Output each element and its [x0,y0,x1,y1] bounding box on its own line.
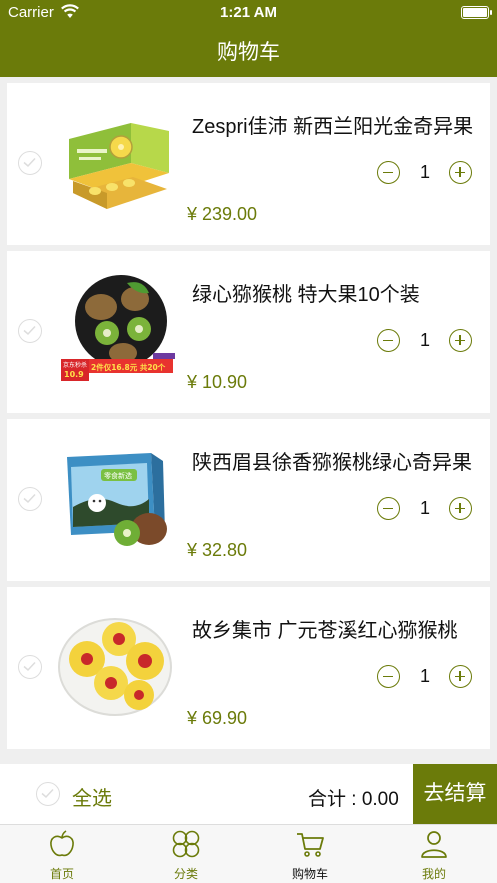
product-price: ¥ 10.90 [187,372,248,392]
decrease-button[interactable] [377,497,400,520]
status-bar: Carrier 1:21 AM [0,0,497,26]
checkout-bar: 全选 合计 : 0.00 去结算 [0,764,497,824]
minus-icon [383,675,393,677]
quantity-value: 1 [419,666,430,686]
cart-item[interactable]: Zespri佳沛 新西兰阳光金奇异果 1 ¥ 239.00 [7,83,490,245]
promo-deal: 2件仅16.8元 共20个 [91,362,166,372]
user-icon [421,831,447,858]
cart-icon [297,833,324,857]
decrease-button[interactable] [377,329,400,352]
nav-header: Carrier 1:21 AM 购物车 [0,0,497,77]
product-price: ¥ 32.80 [187,540,248,560]
plus-icon-vertical [459,503,461,513]
cart-item[interactable]: 京东秒杀 10.9 2件仅16.8元 共20个 绿心猕猴桃 特大果10个装 1 … [7,251,490,413]
check-icon [23,157,36,168]
product-name[interactable]: Zespri佳沛 新西兰阳光金奇异果 [192,110,482,139]
product-name[interactable]: 陕西眉县徐香猕猴桃绿心奇异果 [192,446,482,475]
item-checkbox[interactable] [18,655,42,679]
select-all-checkbox[interactable] [36,782,60,806]
promo-badge: 京东秒杀 [63,361,87,369]
plus-icon-vertical [459,671,461,681]
decrease-button[interactable] [377,665,400,688]
minus-icon [383,171,393,173]
check-icon [23,661,36,672]
product-name[interactable]: 故乡集市 广元苍溪红心猕猴桃 [192,614,482,643]
quantity-stepper: 1 [377,161,473,185]
quantity-value: 1 [419,162,430,182]
item-checkbox[interactable] [18,319,42,343]
plus-icon-vertical [459,167,461,177]
select-all-label[interactable]: 全选 [72,782,112,811]
cart-item[interactable]: 故乡集市 广元苍溪红心猕猴桃 1 ¥ 69.90 [7,587,490,749]
check-icon [23,493,36,504]
product-image[interactable] [57,605,177,725]
quantity-stepper: 1 [377,497,473,521]
tab-label: 我的 [421,867,446,881]
plus-icon-vertical [459,335,461,345]
increase-button[interactable] [449,497,472,520]
total-amount: 合计 : 0.00 [308,789,399,810]
quantity-stepper: 1 [377,329,473,353]
tab-category[interactable]: 分类 [124,825,248,883]
checkout-button[interactable]: 去结算 [413,764,497,824]
check-icon [41,788,54,799]
increase-button[interactable] [449,161,472,184]
tab-cart[interactable]: 购物车 [248,825,372,883]
minus-icon [383,339,393,341]
tab-profile[interactable]: 我的 [372,825,496,883]
cart-list: Zespri佳沛 新西兰阳光金奇异果 1 ¥ 239.00 京东秒杀 10.9 … [7,83,490,755]
item-checkbox[interactable] [18,151,42,175]
cart-item[interactable]: 零食新选 陕西眉县徐香猕猴桃绿心奇异果 1 ¥ 32.80 [7,419,490,581]
check-icon [23,325,36,336]
battery-icon [461,6,489,19]
battery-tip [490,10,492,15]
tab-home[interactable]: 首页 [0,825,124,883]
quantity-stepper: 1 [377,665,473,689]
apple-icon [50,830,74,857]
tab-bar: 首页 分类 购物车 我的 [0,824,497,883]
quantity-value: 1 [419,330,430,350]
product-image[interactable]: 京东秒杀 10.9 2件仅16.8元 共20个 [57,269,177,389]
increase-button[interactable] [449,665,472,688]
tab-label: 首页 [49,867,74,881]
increase-button[interactable] [449,329,472,352]
item-checkbox[interactable] [18,487,42,511]
tab-label: 分类 [173,867,198,881]
quantity-value: 1 [419,498,430,518]
decrease-button[interactable] [377,161,400,184]
status-time: 1:21 AM [220,4,277,21]
product-image[interactable] [57,101,177,221]
tab-label: 购物车 [291,867,328,881]
promo-price: 10.9 [64,370,84,379]
product-name[interactable]: 绿心猕猴桃 特大果10个装 [192,278,482,307]
product-price: ¥ 69.90 [187,708,248,728]
box-label: 零食新选 [104,471,132,480]
product-price: ¥ 239.00 [187,204,258,224]
clover-icon [172,830,200,858]
product-image[interactable]: 零食新选 [57,437,177,557]
page-title: 购物车 [217,41,280,64]
minus-icon [383,507,393,509]
